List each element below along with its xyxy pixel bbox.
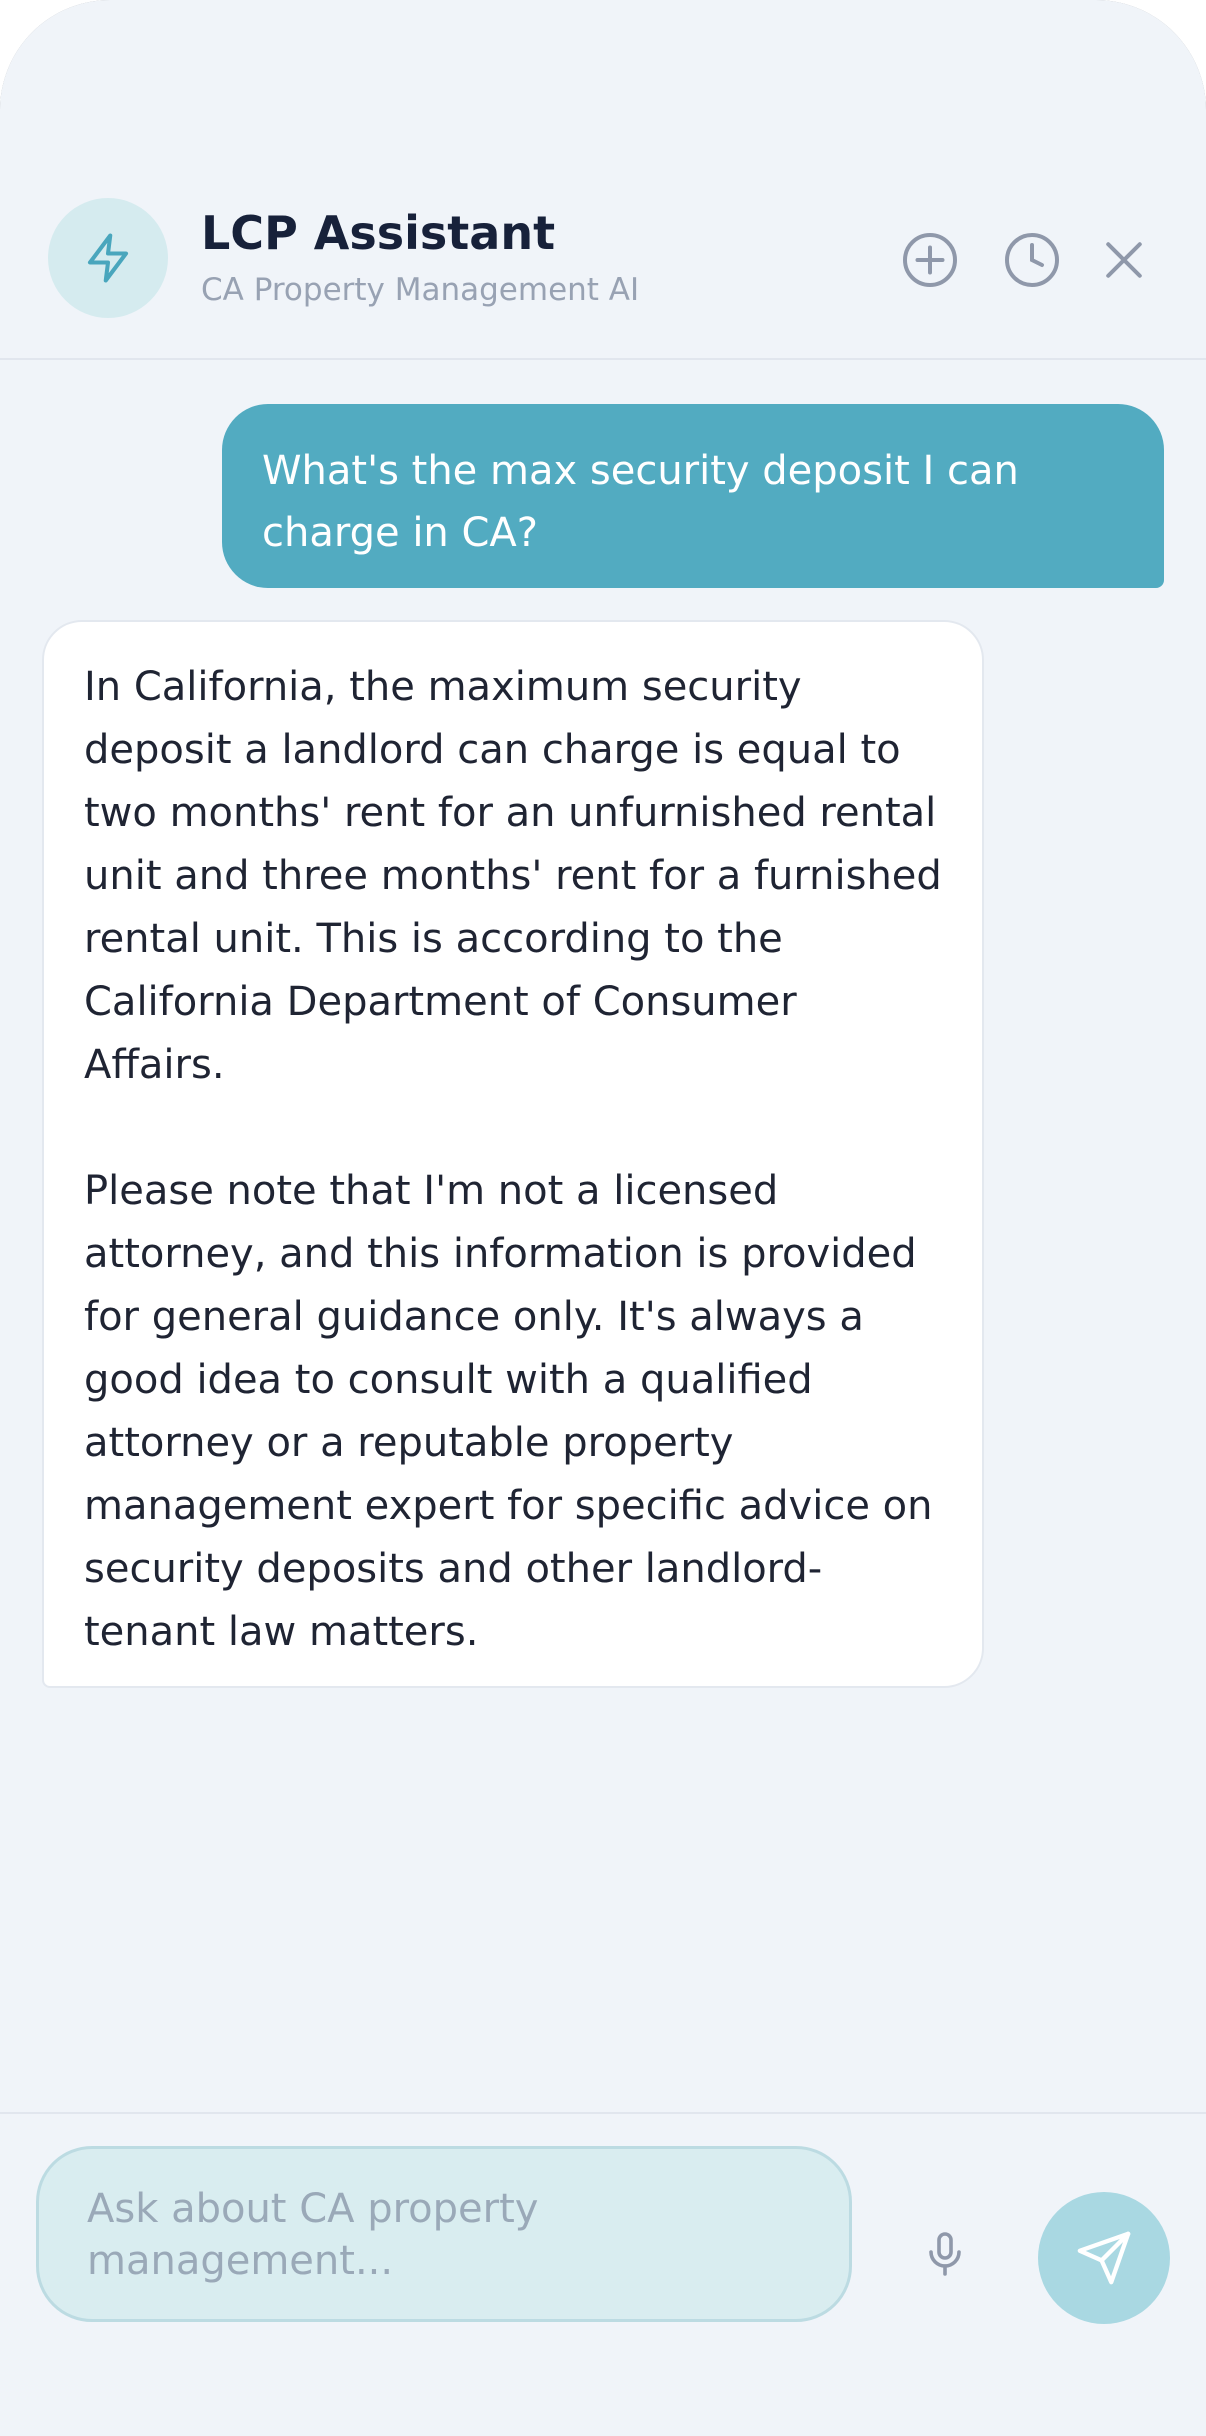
assistant-subtitle: CA Property Management AI xyxy=(201,272,640,308)
assistant-message-paragraph: Please note that I'm not a licensed atto… xyxy=(84,1168,933,1655)
microphone-button[interactable] xyxy=(905,2214,985,2294)
chat-screen: LCP Assistant CA Property Management AI … xyxy=(0,0,1206,2436)
send-icon xyxy=(1077,2231,1131,2285)
user-message: What's the max security deposit I can ch… xyxy=(222,404,1164,588)
message-input[interactable]: Ask about CA property management... xyxy=(36,2146,852,2322)
clock-icon xyxy=(1005,233,1059,287)
chat-header: LCP Assistant CA Property Management AI xyxy=(0,180,1206,360)
lightning-bolt-icon xyxy=(87,233,129,283)
plus-circle-icon xyxy=(903,233,957,287)
device-corner-frame xyxy=(0,0,1206,110)
new-chat-button[interactable] xyxy=(890,220,970,300)
send-button[interactable] xyxy=(1038,2192,1170,2324)
composer-bar: Ask about CA property management... xyxy=(0,2112,1206,2436)
assistant-title: LCP Assistant xyxy=(201,206,556,260)
microphone-icon xyxy=(929,2232,961,2276)
assistant-avatar xyxy=(48,198,168,318)
close-icon xyxy=(1106,242,1142,278)
assistant-message: In California, the maximum security depo… xyxy=(42,620,984,1688)
close-button[interactable] xyxy=(1084,220,1164,300)
assistant-message-paragraph: In California, the maximum security depo… xyxy=(84,664,942,1088)
history-button[interactable] xyxy=(992,220,1072,300)
